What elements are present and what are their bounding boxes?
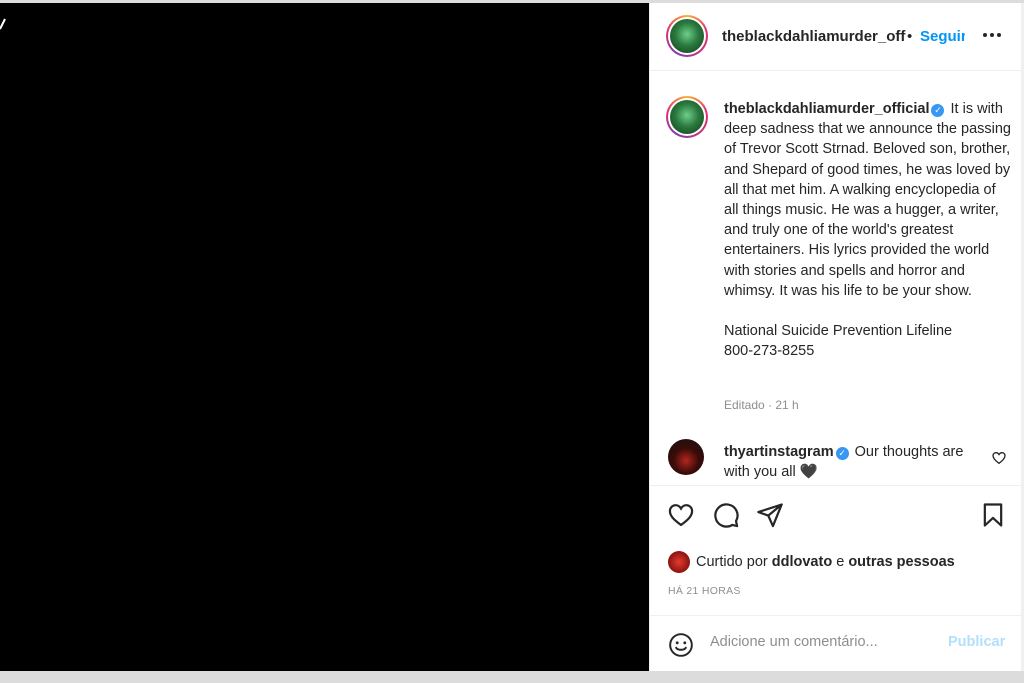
likes-summary: Curtido por ddlovato e outras pessoas <box>668 551 955 573</box>
media-edge-mark <box>0 18 6 30</box>
liker-username[interactable]: ddlovato <box>772 554 832 570</box>
black-heart-emoji: 🖤 <box>799 464 818 481</box>
post-actions: Curtido por ddlovato e outras pessoas HÁ… <box>650 485 1021 616</box>
post-timestamp[interactable]: HÁ 21 HORAS <box>668 585 741 597</box>
caption-text: theblackdahliamurder_official ✓ It is wit… <box>724 99 1014 361</box>
liker-avatar[interactable] <box>668 551 690 573</box>
post-dialog: theblackdahliamurder_off • Seguir thebla… <box>0 3 1021 671</box>
post-media[interactable] <box>0 3 649 671</box>
header-separator: • <box>907 28 913 45</box>
caption-body: It is with deep sadness that we announce… <box>724 101 1011 299</box>
likes-prefix: Curtido por <box>696 553 768 570</box>
comment-icon[interactable] <box>712 501 740 529</box>
comment-text: thyartinstagram ✓ Our thoughts are with y… <box>724 442 974 482</box>
caption-phone: 800-273-8255 <box>724 343 815 360</box>
caption-meta: Editado · 21 h <box>724 398 799 412</box>
comment-username[interactable]: thyartinstagram <box>724 444 834 460</box>
caption-avatar[interactable] <box>666 96 708 138</box>
verified-badge-icon: ✓ <box>931 104 945 117</box>
share-icon[interactable] <box>756 501 784 529</box>
bookmark-icon[interactable] <box>979 501 1007 529</box>
likes-middle: e <box>836 553 845 570</box>
commenter-avatar[interactable] <box>668 439 704 475</box>
heart-icon[interactable] <box>667 501 695 529</box>
publish-button[interactable]: Publicar <box>948 634 1005 650</box>
others-link[interactable]: outras pessoas <box>848 554 954 570</box>
comment-composer: Publicar <box>650 615 1021 671</box>
emoji-icon[interactable] <box>668 632 694 658</box>
post-header: theblackdahliamurder_off • Seguir <box>650 3 1021 71</box>
comments-list[interactable]: theblackdahliamurder_official ✓ It is wit… <box>650 71 1021 485</box>
post-side-panel: theblackdahliamurder_off • Seguir thebla… <box>649 3 1021 671</box>
caption-lifeline: National Suicide Prevention Lifeline <box>724 323 953 340</box>
author-avatar[interactable] <box>666 15 708 57</box>
follow-button[interactable]: Seguir <box>920 28 965 45</box>
verified-badge-icon: ✓ <box>835 447 849 460</box>
author-username[interactable]: theblackdahliamurder_off <box>722 28 910 45</box>
caption-username[interactable]: theblackdahliamurder_official <box>724 101 929 117</box>
more-horizontal-icon[interactable] <box>980 23 1004 47</box>
comment-input[interactable] <box>710 634 940 650</box>
comment-like-heart-icon[interactable] <box>991 450 1007 466</box>
